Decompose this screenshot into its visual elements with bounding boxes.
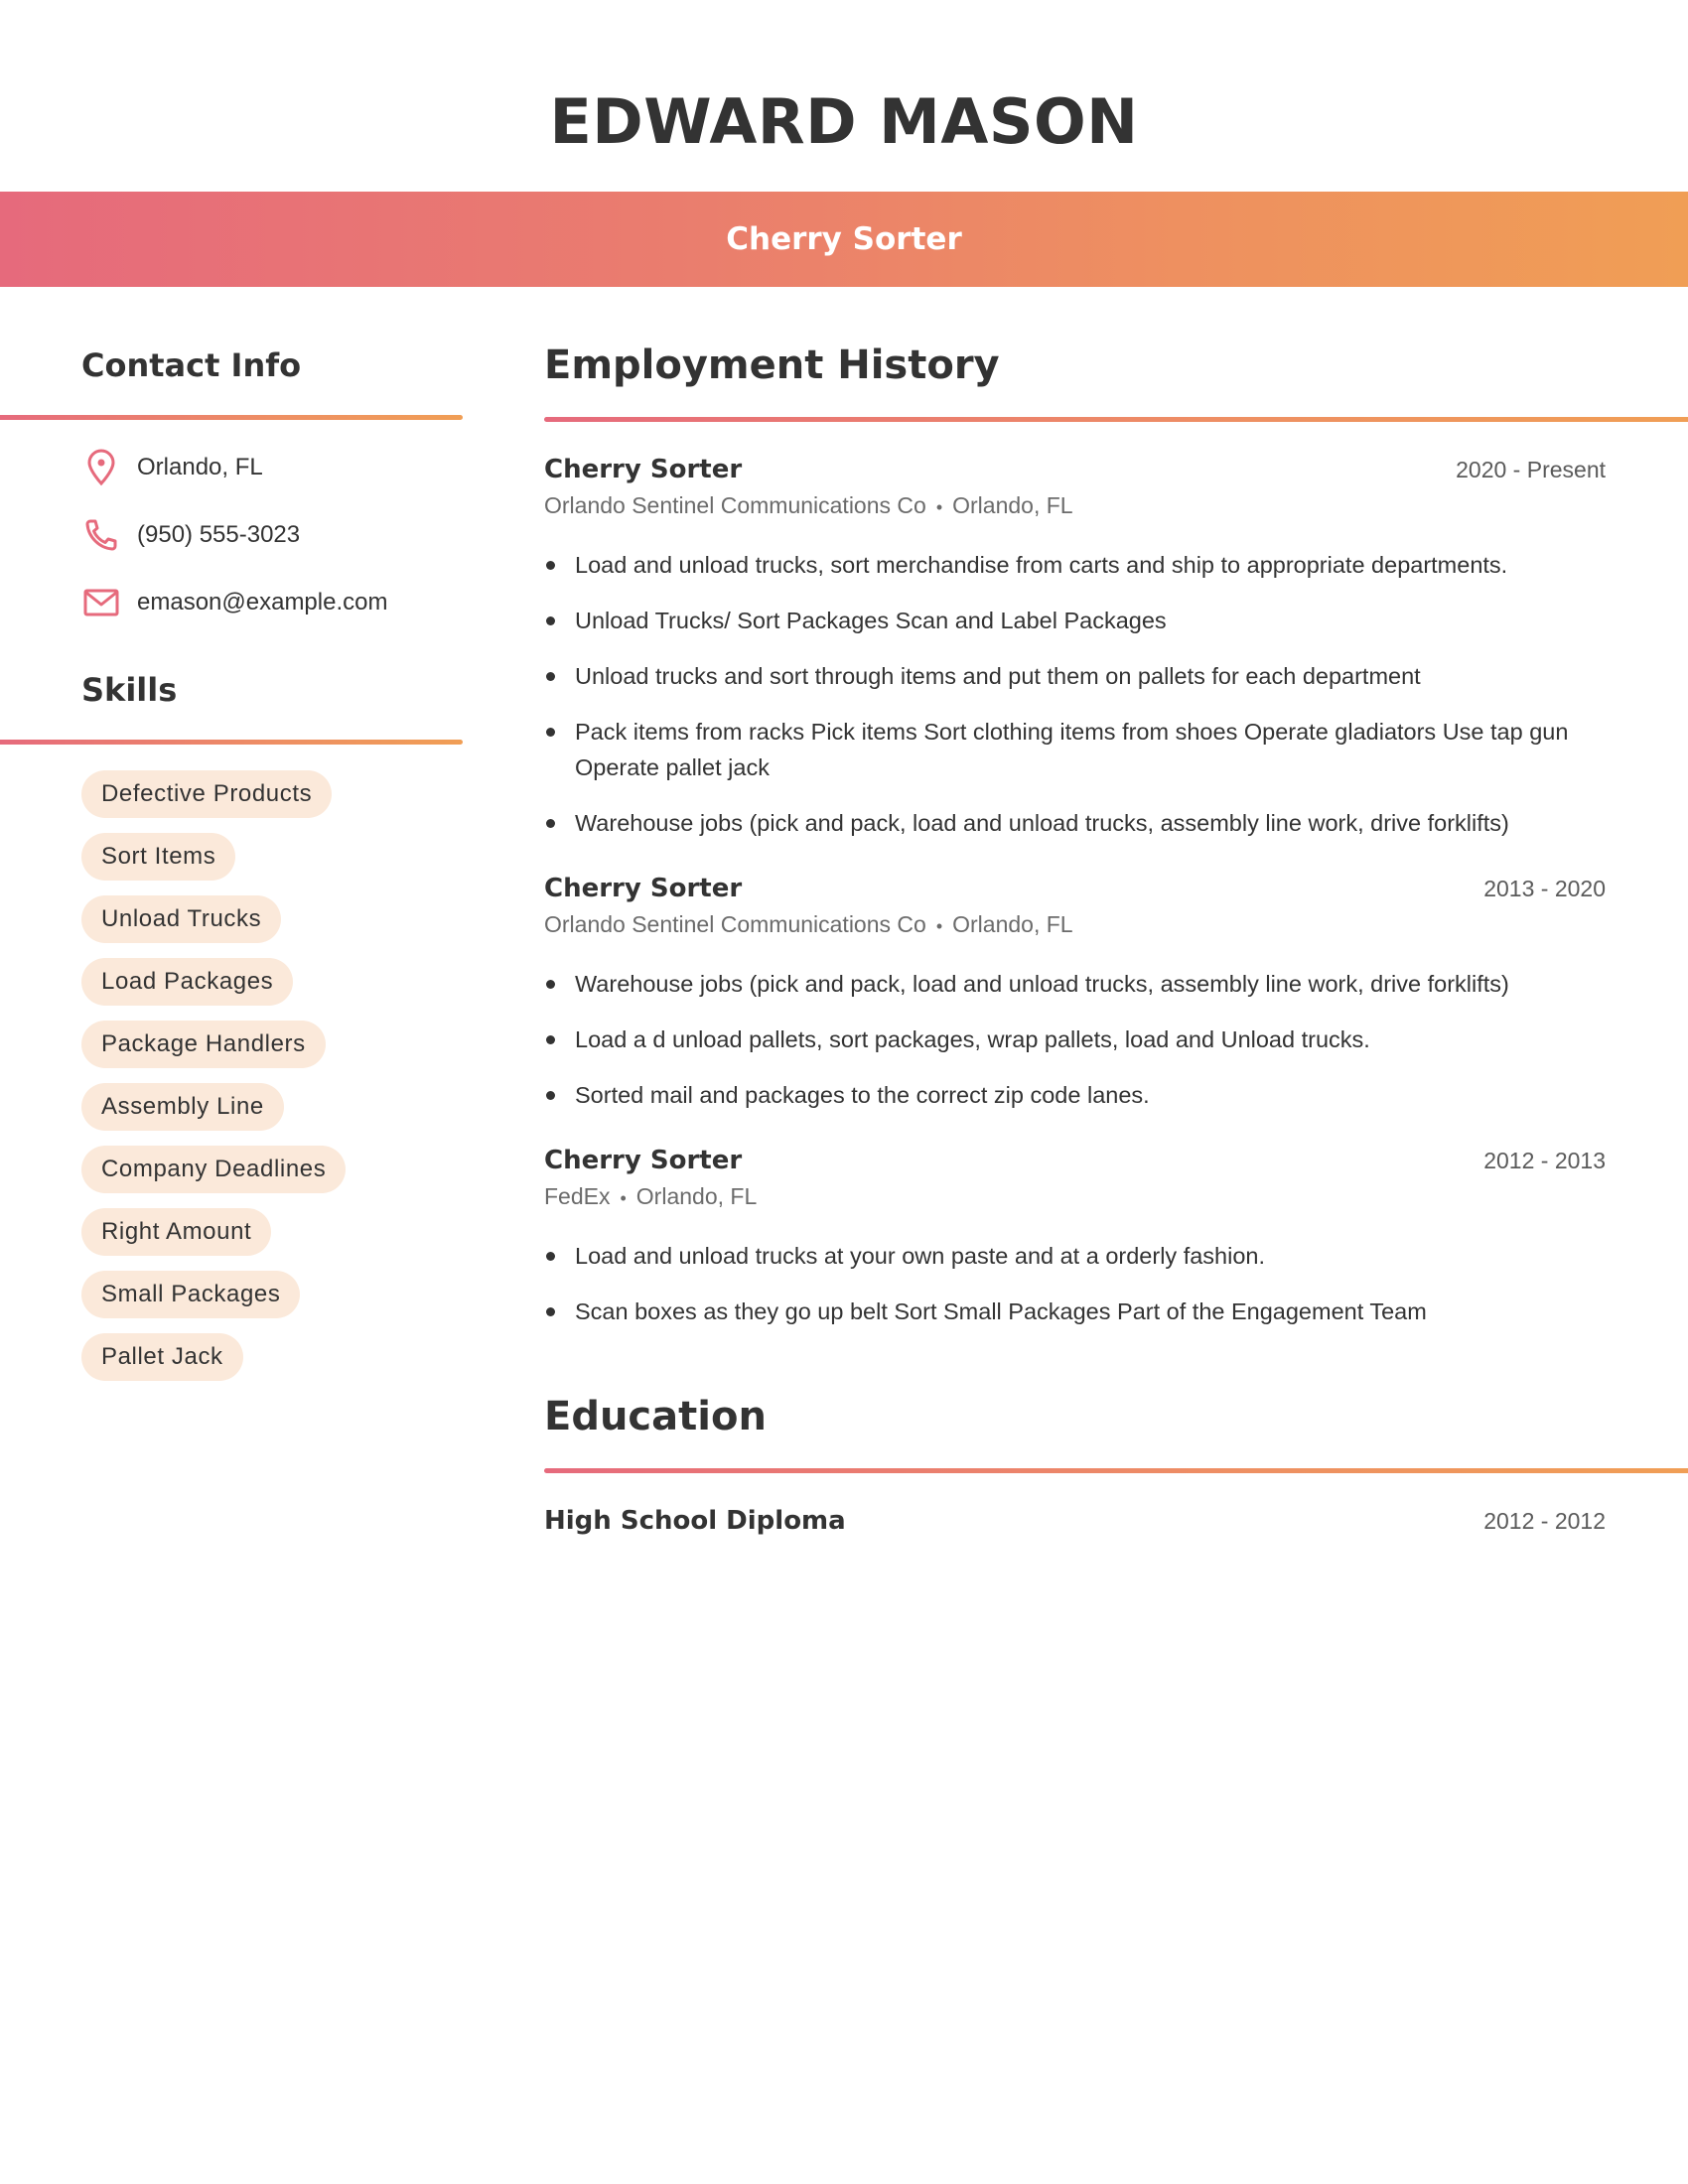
job-entry-dates: 2020 - Present (1456, 457, 1606, 482)
section-divider (544, 1467, 1688, 1473)
separator-dot-icon: • (935, 915, 943, 936)
location-pin-icon (81, 448, 121, 487)
job-entry-location: Orlando, FL (952, 492, 1073, 518)
employment-section: Employment History Cherry Sorter 2020 - … (544, 338, 1688, 1329)
list-item: Warehouse jobs (pick and pack, load and … (544, 966, 1606, 1002)
list-item: Scan boxes as they go up belt Sort Small… (544, 1294, 1606, 1329)
bullet-text: Pack items from racks Pick items Sort cl… (575, 718, 1569, 780)
job-entry-bullets: Load and unload trucks, sort merchandise… (544, 547, 1606, 841)
contact-email[interactable]: emason@example.com (137, 589, 387, 616)
job-entry-employer: FedEx • Orlando, FL (544, 1178, 1606, 1216)
skill-pill: Pallet Jack (81, 1333, 243, 1381)
job-entry-dates: 2012 - 2013 (1483, 1147, 1606, 1173)
job-entry-company: Orlando Sentinel Communications Co (544, 910, 926, 937)
job-entry-dates: 2013 - 2020 (1483, 875, 1606, 901)
skill-pill: Right Amount (81, 1208, 272, 1256)
job-entry-title: Cherry Sorter (544, 455, 743, 484)
education-dates: 2012 - 2012 (1483, 1507, 1606, 1534)
education-section: Education High School Diploma 2012 - 201… (544, 1389, 1688, 1539)
skill-pill: Company Deadlines (81, 1146, 347, 1193)
contact-item-phone: (950) 555-3023 (81, 515, 463, 555)
skill-pill: Unload Trucks (81, 895, 282, 943)
job-entry-bullets: Load and unload trucks at your own paste… (544, 1238, 1606, 1329)
skill-pill: Sort Items (81, 833, 236, 881)
skill-pill: Package Handlers (81, 1021, 326, 1068)
bullet-icon (546, 615, 555, 625)
bullet-text: Load and unload trucks at your own paste… (575, 1242, 1266, 1269)
list-item: Unload Trucks/ Sort Packages Scan and La… (544, 603, 1606, 638)
section-divider (0, 740, 463, 745)
list-item: Load and unload trucks, sort merchandise… (544, 547, 1606, 583)
list-item: Warehouse jobs (pick and pack, load and … (544, 805, 1606, 841)
job-entry-employer: Orlando Sentinel Communications Co • Orlan… (544, 906, 1606, 944)
job-entry-title: Cherry Sorter (544, 1145, 743, 1175)
separator-dot-icon: • (935, 496, 943, 517)
job-entry-title: Cherry Sorter (544, 873, 743, 903)
skill-pill: Small Packages (81, 1271, 301, 1318)
education-heading: Education (544, 1393, 767, 1439)
skill-pill: Defective Products (81, 770, 333, 818)
skills-section: Skills Defective Products Sort Items Unl… (0, 662, 463, 1381)
sidebar: Contact Info Orlando, FL (950) 555-3023 … (0, 338, 463, 1396)
skills-heading: Skills (81, 671, 178, 709)
employment-heading: Employment History (544, 342, 1000, 388)
job-title: Cherry Sorter (726, 221, 962, 257)
contact-phone[interactable]: (950) 555-3023 (137, 521, 300, 549)
bullet-icon (546, 671, 555, 681)
job-title-banner: Cherry Sorter (0, 192, 1688, 287)
job-entry: Cherry Sorter 2013 - 2020 Orlando Sentin… (544, 871, 1606, 1113)
contact-item-location: Orlando, FL (81, 448, 463, 487)
bullet-icon (546, 1034, 555, 1044)
contact-item-email: emason@example.com (81, 583, 463, 622)
bullet-icon (546, 1306, 555, 1316)
separator-dot-icon: • (620, 1187, 627, 1208)
bullet-text: Load and unload trucks, sort merchandise… (575, 551, 1508, 578)
section-divider (544, 417, 1688, 422)
bullet-icon (546, 1251, 555, 1261)
email-icon (81, 583, 121, 622)
bullet-icon (546, 1090, 555, 1100)
skill-pill: Assembly Line (81, 1083, 284, 1131)
job-entry-location: Orlando, FL (635, 1182, 758, 1209)
bullet-text: Warehouse jobs (pick and pack, load and … (575, 970, 1509, 997)
contact-heading: Contact Info (81, 346, 302, 384)
bullet-text: Warehouse jobs (pick and pack, load and … (575, 809, 1509, 836)
bullet-icon (546, 818, 555, 828)
skill-pill: Load Packages (81, 958, 294, 1006)
list-item: Unload trucks and sort through items and… (544, 658, 1606, 694)
job-entry-company: FedEx (544, 1182, 611, 1209)
main-content: Employment History Cherry Sorter 2020 - … (544, 338, 1688, 1539)
bullet-icon (546, 979, 555, 989)
education-entry: High School Diploma 2012 - 2012 (544, 1503, 1606, 1539)
section-divider (0, 415, 463, 420)
bullet-text: Sorted mail and packages to the correct … (575, 1081, 1150, 1108)
phone-icon (81, 515, 121, 555)
list-item: Load and unload trucks at your own paste… (544, 1238, 1606, 1274)
education-degree: High School Diploma (544, 1505, 846, 1536)
list-item: Sorted mail and packages to the correct … (544, 1077, 1606, 1113)
contact-list: Orlando, FL (950) 555-3023 emason@exampl… (0, 448, 463, 622)
job-entry-company: Orlando Sentinel Communications Co (544, 492, 926, 518)
bullet-text: Load a d unload pallets, sort packages, … (575, 1025, 1370, 1052)
skills-list: Defective Products Sort Items Unload Tru… (0, 770, 463, 1381)
bullet-text: Unload Trucks/ Sort Packages Scan and La… (575, 607, 1167, 633)
job-entry: Cherry Sorter 2020 - Present Orlando Sen… (544, 452, 1606, 841)
list-item: Pack items from racks Pick items Sort cl… (544, 714, 1606, 785)
contact-section: Contact Info Orlando, FL (950) 555-3023 … (0, 338, 463, 622)
bullet-icon (546, 727, 555, 737)
job-entry-location: Orlando, FL (952, 910, 1073, 937)
list-item: Load a d unload pallets, sort packages, … (544, 1022, 1606, 1057)
bullet-icon (546, 560, 555, 570)
job-entry-bullets: Warehouse jobs (pick and pack, load and … (544, 966, 1606, 1113)
bullet-text: Unload trucks and sort through items and… (575, 662, 1421, 689)
candidate-name: EDWARD MASON (549, 85, 1139, 158)
job-entry-employer: Orlando Sentinel Communications Co • Orlan… (544, 487, 1606, 525)
job-entry: Cherry Sorter 2012 - 2013 FedEx • Orlando,… (544, 1143, 1606, 1329)
bullet-text: Scan boxes as they go up belt Sort Small… (575, 1297, 1427, 1324)
contact-location: Orlando, FL (137, 454, 263, 480)
